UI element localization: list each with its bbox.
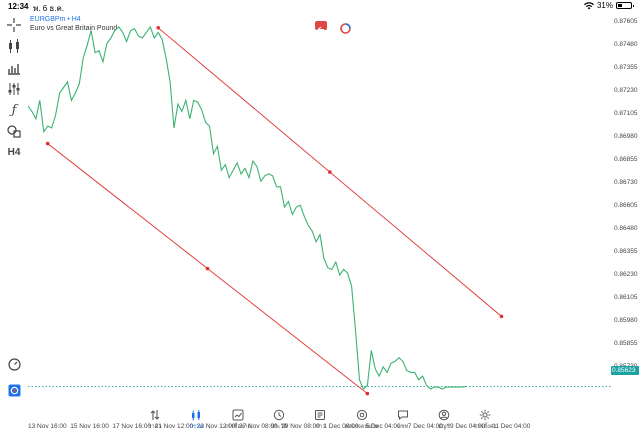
trendline-1-anchor-2[interactable] bbox=[205, 266, 210, 271]
nav-label: กล่องจดหมาย bbox=[344, 424, 379, 430]
nav-item-0[interactable]: ราคา bbox=[135, 405, 175, 431]
trade-icon bbox=[232, 409, 244, 421]
speedometer-icon[interactable] bbox=[8, 358, 21, 371]
price-axis: 0.87605 0.87480 0.87355 0.87230 0.87105 0.869… bbox=[612, 14, 640, 400]
one-click-trading-icon[interactable] bbox=[8, 384, 21, 397]
battery-icon bbox=[616, 2, 634, 9]
price-tick-label: 0.87230 bbox=[614, 87, 638, 95]
nav-item-6[interactable]: แชท bbox=[383, 405, 423, 431]
status-bar: 12:34 พ. 6 ธ.ค. 31% bbox=[0, 0, 640, 14]
nav-item-3[interactable]: ประวัติ bbox=[259, 405, 299, 431]
nav-label: ประวัติ bbox=[270, 424, 287, 430]
settings-icon bbox=[480, 409, 491, 421]
current-price-label: 0.85623 bbox=[611, 366, 639, 375]
price-chart[interactable] bbox=[28, 14, 612, 400]
crosshair-icon[interactable] bbox=[6, 17, 22, 33]
mailbox-icon bbox=[356, 409, 367, 421]
left-toolbar: ƒ H4 bbox=[0, 14, 28, 400]
price-tick-label: 0.86480 bbox=[614, 225, 638, 233]
chat-icon bbox=[397, 410, 408, 421]
nav-item-2[interactable]: การซื้อขาย bbox=[218, 405, 258, 431]
bottom-nav: ราคา กราฟ การซื้อขาย ประวัติ ข่าว กล่องจดหมาย… bbox=[0, 405, 640, 447]
status-time: 12:34 bbox=[8, 2, 29, 11]
trendline-2-anchor-2[interactable] bbox=[328, 170, 332, 174]
nav-label: การตั้งค่า bbox=[474, 424, 497, 430]
price-tick-label: 0.86855 bbox=[614, 156, 638, 164]
nav-item-5[interactable]: กล่องจดหมาย bbox=[342, 405, 382, 431]
nav-label: การซื้อขาย bbox=[224, 424, 251, 430]
shapes-icon[interactable] bbox=[6, 123, 22, 139]
account-icon bbox=[438, 409, 450, 421]
price-tick-label: 0.87480 bbox=[614, 41, 638, 49]
price-tick-label: 0.87105 bbox=[614, 110, 638, 118]
price-tick-label: 0.86605 bbox=[614, 202, 638, 210]
quotes-icon bbox=[150, 410, 160, 420]
price-tick-label: 0.86105 bbox=[614, 293, 638, 301]
trendline-2-anchor-1[interactable] bbox=[156, 25, 161, 30]
trendline-1-anchor-1[interactable] bbox=[45, 141, 50, 146]
wifi-icon bbox=[583, 1, 594, 9]
trendline-1-anchor-3[interactable] bbox=[365, 391, 370, 396]
price-tick-label: 0.85980 bbox=[614, 316, 638, 324]
nav-label: ข่าว bbox=[315, 424, 326, 430]
nav-item-4[interactable]: ข่าว bbox=[300, 405, 340, 431]
nav-label: บัญชี bbox=[438, 424, 451, 430]
news-icon bbox=[315, 410, 326, 420]
price-tick-label: 0.86980 bbox=[614, 133, 638, 141]
price-tick-label: 0.85855 bbox=[614, 339, 638, 347]
candlestick-type-icon[interactable] bbox=[6, 38, 22, 54]
indicators-icon[interactable] bbox=[6, 60, 22, 76]
nav-item-1[interactable]: กราฟ bbox=[176, 405, 216, 431]
price-tick-label: 0.86730 bbox=[614, 179, 638, 187]
price-tick-label: 0.86230 bbox=[614, 271, 638, 278]
nav-item-7[interactable]: บัญชี bbox=[424, 405, 464, 431]
battery-percent: 31% bbox=[596, 1, 613, 10]
trendline-2-anchor-3[interactable] bbox=[499, 314, 504, 319]
price-tick-label: 0.86355 bbox=[614, 248, 638, 256]
nav-label: ราคา bbox=[148, 424, 162, 430]
chart-icon bbox=[192, 410, 201, 421]
function-icon[interactable]: ƒ bbox=[6, 102, 22, 118]
nav-label: แชท bbox=[397, 424, 409, 430]
nav-item-8[interactable]: การตั้งค่า bbox=[465, 405, 505, 431]
settings-sliders-icon[interactable] bbox=[6, 81, 22, 97]
nav-label: กราฟ bbox=[189, 424, 203, 430]
price-tick-label: 0.87355 bbox=[614, 64, 638, 72]
timeframe-button[interactable]: H4 bbox=[6, 144, 22, 160]
price-tick-label: 0.87605 bbox=[614, 18, 638, 26]
history-icon bbox=[273, 409, 285, 421]
price-series-line bbox=[28, 25, 467, 390]
status-right: 31% bbox=[583, 1, 634, 10]
